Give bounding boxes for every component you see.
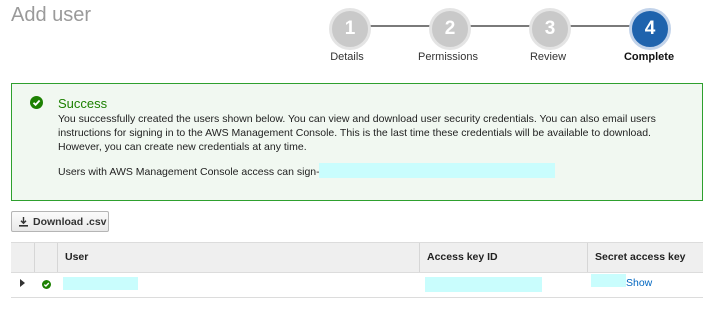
stepper-line xyxy=(347,25,649,27)
download-icon xyxy=(19,216,28,227)
signin-label: Users with AWS Management Console access… xyxy=(58,166,343,178)
expand-column-header xyxy=(11,243,34,272)
step-1-circle: 1 xyxy=(329,8,371,50)
table-row: Show xyxy=(11,273,703,298)
secret-access-key-redacted xyxy=(591,274,626,287)
access-key-id-redacted xyxy=(425,277,542,292)
success-message: You successfully created the users shown… xyxy=(58,113,656,153)
users-table: User Access key ID Secret access key Sho… xyxy=(11,242,703,298)
step-2-circle: 2 xyxy=(429,8,471,50)
step-4-circle: 4 xyxy=(629,8,671,50)
success-alert: Success You successfully created the use… xyxy=(11,83,703,201)
step-2-label: Permissions xyxy=(418,51,478,63)
column-header-user[interactable]: User xyxy=(57,243,419,272)
check-circle-icon xyxy=(30,96,43,109)
column-header-access-key-id[interactable]: Access key ID xyxy=(419,243,587,272)
success-status-icon xyxy=(42,280,51,289)
download-csv-button[interactable]: Download .csv xyxy=(11,211,109,232)
page-title: Add user xyxy=(11,4,92,26)
table-header: User Access key ID Secret access key xyxy=(11,242,703,273)
column-header-secret-access-key[interactable]: Secret access key xyxy=(587,243,703,272)
step-1-label: Details xyxy=(330,51,364,63)
step-3-label: Review xyxy=(529,51,567,63)
expand-row-icon[interactable] xyxy=(20,279,25,287)
status-column-header xyxy=(34,243,57,272)
signin-url-redacted[interactable] xyxy=(319,163,555,178)
success-title: Success xyxy=(58,96,108,111)
step-3-circle: 3 xyxy=(529,8,571,50)
download-csv-label: Download .csv xyxy=(33,215,107,228)
step-4-label: Complete xyxy=(623,51,675,63)
show-secret-link[interactable]: Show xyxy=(626,277,652,289)
user-name-redacted xyxy=(63,277,138,290)
